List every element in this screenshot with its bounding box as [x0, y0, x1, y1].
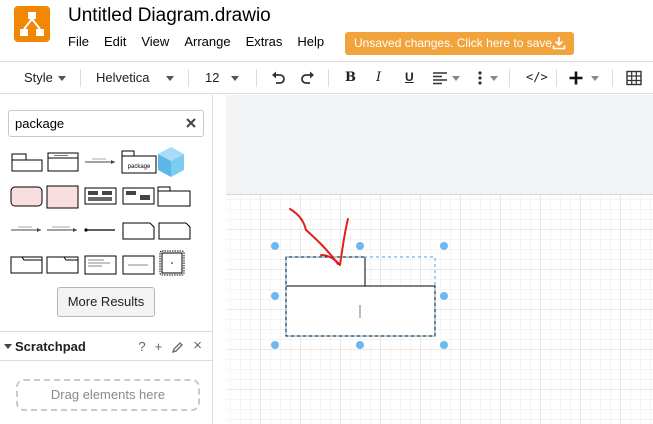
handle-sw — [271, 341, 279, 349]
canvas-overlay — [271, 208, 448, 349]
handle-w — [271, 292, 279, 300]
handle-se — [440, 341, 448, 349]
handle-nw — [271, 242, 279, 250]
handle-n — [356, 242, 364, 250]
handle-ne — [440, 242, 448, 250]
handle-s — [356, 341, 364, 349]
handle-e — [440, 292, 448, 300]
selected-package-shape[interactable] — [285, 256, 436, 337]
